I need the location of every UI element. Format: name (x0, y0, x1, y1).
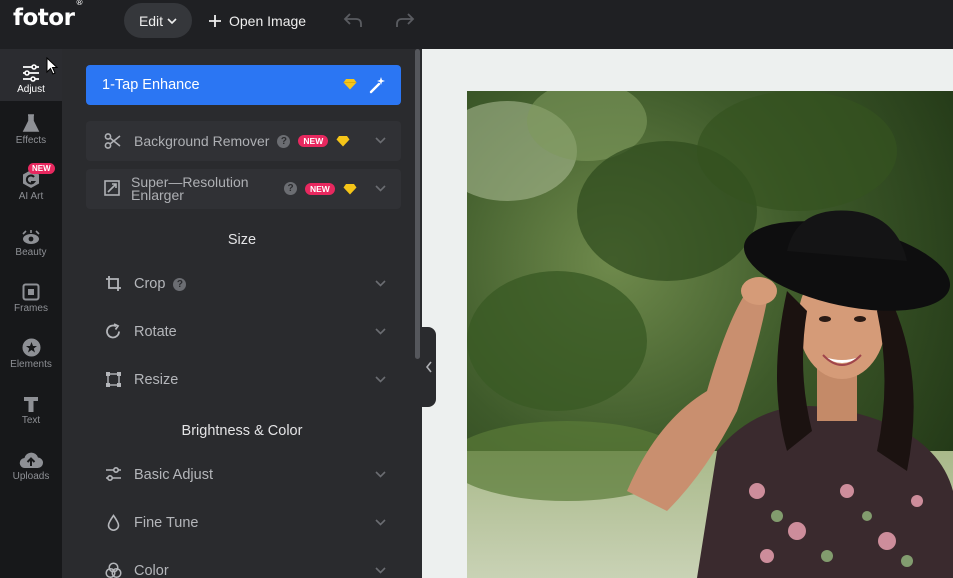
adjust-panel: 1-Tap Enhance Background Remover ? NEW S… (62, 49, 422, 578)
background-remover-label: Background Remover (134, 133, 270, 149)
chevron-left-icon (425, 361, 432, 373)
rotate-icon (106, 323, 120, 339)
undo-button[interactable] (341, 8, 365, 32)
droplet-icon (107, 514, 120, 531)
resize-icon (106, 372, 121, 387)
diamond-icon (336, 136, 350, 147)
new-badge: NEW (28, 163, 55, 174)
text-icon (22, 389, 40, 413)
rail-label: Adjust (17, 84, 45, 95)
fine-tune-label: Fine Tune (134, 515, 199, 531)
chevron-down-icon (375, 185, 386, 192)
enlarger-label: Enlarger (131, 187, 184, 203)
open-image-label: Open Image (229, 12, 307, 29)
help-icon[interactable]: ? (277, 134, 291, 148)
crop-tool[interactable]: Crop ? (86, 264, 401, 304)
tool-rail: Adjust Effects NEW AI Art Beauty Frames … (0, 49, 62, 578)
sliders-icon (106, 466, 121, 482)
rail-item-frames[interactable]: Frames (0, 277, 62, 329)
canvas-area (422, 49, 953, 578)
photo-canvas[interactable] (467, 91, 953, 578)
rail-label: Frames (14, 303, 48, 314)
sliders-icon (21, 58, 41, 82)
one-tap-enhance-button[interactable]: 1-Tap Enhance (86, 65, 401, 105)
plus-icon (209, 14, 221, 27)
edit-label: Edit (138, 12, 164, 29)
resize-tool[interactable]: Resize (86, 360, 401, 400)
top-bar: fotor® Edit Open Image (0, 0, 953, 49)
magic-wand-icon (369, 77, 385, 94)
scissors-icon (104, 133, 121, 149)
help-icon[interactable]: ? (173, 277, 187, 291)
rail-label: Beauty (15, 247, 47, 258)
chevron-down-icon (167, 17, 177, 24)
resize-label: Resize (134, 372, 179, 388)
rail-item-text[interactable]: Text (0, 389, 62, 441)
basic-adjust-label: Basic Adjust (134, 467, 213, 483)
chevron-down-icon (375, 328, 386, 335)
chevron-down-icon (375, 471, 386, 478)
collapse-panel-button[interactable] (422, 327, 436, 407)
edit-menu-button[interactable]: Edit (124, 3, 192, 38)
size-section-title: Size (227, 232, 257, 248)
crop-label: Crop (134, 276, 166, 292)
rail-item-ai-art[interactable]: NEW AI Art (0, 163, 62, 217)
fine-tune-tool[interactable]: Fine Tune (86, 503, 401, 543)
rail-label: Elements (10, 359, 52, 370)
background-remover-row[interactable]: Background Remover ? NEW (86, 121, 401, 161)
rail-label: AI Art (18, 191, 44, 202)
portrait-photo (467, 91, 953, 578)
rail-item-elements[interactable]: Elements (0, 333, 62, 385)
crop-icon (106, 276, 121, 291)
chevron-down-icon (375, 567, 386, 574)
enlarge-icon (104, 180, 120, 196)
color-tool[interactable]: Color (86, 551, 401, 578)
basic-adjust-tool[interactable]: Basic Adjust (86, 455, 401, 495)
brightness-color-section-title: Brightness & Color (181, 423, 303, 439)
frame-icon (22, 277, 40, 301)
color-circles-icon (105, 562, 122, 578)
rail-item-beauty[interactable]: Beauty (0, 221, 62, 273)
diamond-icon (343, 183, 357, 194)
cloud-upload-icon (19, 445, 43, 469)
super-resolution-row[interactable]: Super—Resolution Enlarger ? NEW (86, 169, 401, 209)
new-badge: NEW (305, 182, 335, 195)
rail-item-uploads[interactable]: Uploads (0, 445, 62, 497)
color-label: Color (134, 563, 169, 578)
rail-label: Uploads (12, 471, 50, 482)
fotor-logo[interactable]: fotor® (13, 0, 83, 31)
flask-icon (22, 109, 40, 133)
rotate-label: Rotate (134, 324, 177, 340)
redo-button[interactable] (393, 8, 417, 32)
redo-icon (396, 13, 415, 27)
chevron-down-icon (375, 519, 386, 526)
chevron-down-icon (375, 137, 386, 144)
star-icon (22, 333, 41, 357)
diamond-icon (343, 79, 357, 90)
enhance-label: 1-Tap Enhance (102, 77, 200, 93)
eye-icon (21, 221, 41, 245)
chevron-down-icon (375, 376, 386, 383)
rotate-tool[interactable]: Rotate (86, 312, 401, 352)
help-icon[interactable]: ? (284, 182, 297, 195)
chevron-down-icon (375, 280, 386, 287)
mouse-cursor-icon (46, 57, 58, 75)
undo-icon (343, 13, 362, 27)
rail-label: Text (21, 415, 41, 426)
rail-item-effects[interactable]: Effects (0, 109, 62, 161)
new-badge: NEW (298, 135, 329, 147)
open-image-button[interactable]: Open Image (208, 3, 306, 38)
panel-scrollbar[interactable] (415, 49, 420, 359)
rail-label: Effects (15, 135, 47, 146)
